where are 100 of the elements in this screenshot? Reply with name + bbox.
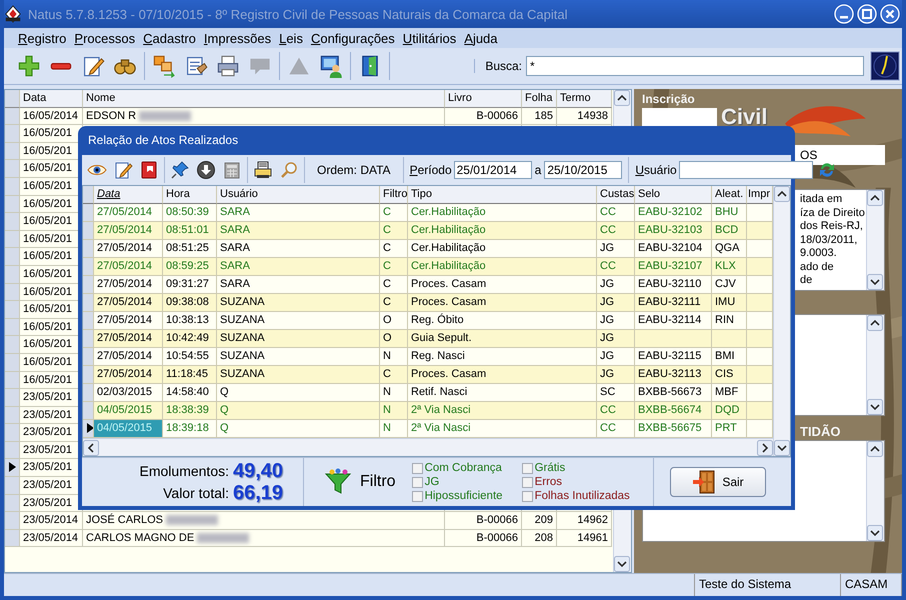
checkbox[interactable] [412, 462, 423, 474]
table-row[interactable]: 04/05/2015 18:39:18 Q N 2ª Via Nasci CC BXBB-56675 PRT [83, 420, 773, 438]
field-label: Inscrição [642, 92, 696, 106]
checkbox[interactable] [522, 462, 533, 474]
column-header[interactable]: Data [20, 90, 83, 108]
menu-item[interactable]: Cadastro [139, 30, 200, 46]
scroll-right-button[interactable] [757, 440, 773, 456]
row-selector[interactable] [83, 420, 94, 438]
text-line: 9.0003. [800, 247, 838, 260]
maximize-button[interactable] [857, 4, 877, 24]
checkbox-label[interactable]: Erros [534, 476, 562, 488]
checkbox-label[interactable]: Folhas Inutilizadas [534, 490, 630, 502]
vertical-scrollbar[interactable] [773, 186, 790, 456]
menu-item[interactable]: Processos [70, 30, 140, 46]
column-header[interactable]: Aleat. [712, 186, 747, 204]
column-header[interactable]: Hora [163, 186, 217, 204]
menu-item[interactable]: Utilitários [398, 30, 460, 46]
column-header[interactable]: Livro [445, 90, 522, 108]
column-header[interactable]: Custas [597, 186, 635, 204]
scroll-up-button[interactable] [774, 186, 790, 202]
table-row[interactable]: 27/05/2014 08:51:01 SARA C Cer.Habilitação CC EABU-32103 BCD [83, 222, 773, 240]
column-header[interactable]: Usuário [217, 186, 380, 204]
table-cell: 16/05/2014 [20, 108, 83, 126]
scroll-down-button[interactable] [867, 525, 883, 541]
column-header[interactable]: Tipo [408, 186, 597, 204]
table-row[interactable]: 27/05/2014 08:59:25 SARA C Cer.Habilitação CC EABU-32107 KLX [83, 258, 773, 276]
table-cell: 209 [522, 512, 557, 530]
column-header[interactable]: Termo [557, 90, 612, 108]
column-header[interactable]: Selo [635, 186, 712, 204]
table-row[interactable]: 27/05/2014 08:50:39 SARA C Cer.Habilitação CC EABU-32102 BHU [83, 204, 773, 222]
vertical-scrollbar[interactable] [866, 315, 884, 415]
user-field[interactable] [678, 160, 813, 179]
table-row[interactable]: 27/05/2014 09:31:27 SARA C Proces. Casam JG EABU-32110 CJV [83, 276, 773, 294]
table-cell: JOSÉ CARLOS [83, 512, 445, 530]
scroll-up-button[interactable] [867, 315, 883, 331]
table-row[interactable]: 27/05/2014 10:54:55 SUZANA N Reg. Nasci JG EABU-32115 BMI [83, 348, 773, 366]
text-line: dos Reis-RJ, [800, 220, 864, 234]
horizontal-scrollbar[interactable] [83, 438, 773, 456]
table-cell: 23/05/2014 [20, 512, 83, 530]
table-cell: 185 [522, 108, 557, 126]
funnel-icon [324, 468, 352, 496]
column-header[interactable]: Nome [83, 90, 445, 108]
date-field[interactable]: 25/01/2014 [454, 160, 532, 179]
field-label: Usuário [634, 162, 678, 177]
scroll-down-button[interactable] [867, 274, 883, 290]
table-row[interactable]: 02/03/2015 14:58:40 Q N Retif. Nasci SC BXBB-56673 MBF [83, 384, 773, 402]
vertical-scrollbar[interactable] [866, 190, 884, 290]
checkbox[interactable] [522, 476, 533, 488]
vertical-scrollbar[interactable] [866, 441, 884, 541]
column-header[interactable]: Folha [522, 90, 557, 108]
text-line: íza de Direito [800, 206, 866, 220]
table-row[interactable]: 27/05/2014 09:38:08 SUZANA C Proces. Casam JG EABU-32111 IMU [83, 294, 773, 312]
menu-item[interactable]: Leis [275, 30, 307, 46]
close-button[interactable] [880, 4, 900, 24]
status-text: Teste do Sistema [695, 574, 841, 596]
clock-icon [870, 51, 902, 81]
scroll-down-button[interactable] [614, 556, 630, 572]
scroll-up-button[interactable] [867, 190, 883, 206]
table-row[interactable]: 27/05/2014 08:51:25 SARA C Cer.Habilitação JG EABU-32104 QGA [83, 240, 773, 258]
checkbox-label[interactable]: Com Cobrança [424, 462, 502, 474]
column-header[interactable]: Data [94, 186, 163, 204]
date-field[interactable]: 25/10/2015 [544, 160, 622, 179]
input-field[interactable] [642, 108, 717, 128]
panel-heading: Civil [721, 106, 768, 128]
table-row[interactable]: 27/05/2014 10:42:49 SUZANA O Guia Sepult. JG [83, 330, 773, 348]
menu-item[interactable]: Registro [14, 30, 70, 46]
checkbox[interactable] [412, 490, 423, 502]
text-line: ado de [800, 260, 835, 274]
table-cell: 14961 [557, 530, 612, 548]
scroll-up-button[interactable] [614, 90, 630, 106]
table-row[interactable]: 16/05/2014 EDSON R B-00066 185 14938 [5, 108, 613, 126]
checkbox-label[interactable]: JG [424, 476, 440, 488]
checkbox-label[interactable]: Hipossuficiente [424, 490, 503, 502]
menu-item[interactable]: Configurações [306, 30, 399, 46]
menu-item[interactable]: Impressões [200, 30, 276, 46]
order-label: Ordem: DATA [305, 156, 404, 183]
table-row[interactable]: 23/05/2014 JOSÉ CARLOS B-00066 209 14962 [5, 512, 613, 530]
table-row[interactable]: 27/05/2014 10:38:13 SUZANA O Reg. Óbito JG EABU-32114 RIN [83, 312, 773, 330]
menu-item[interactable]: Ajuda [460, 30, 502, 46]
scroll-left-button[interactable] [83, 440, 99, 456]
checkbox[interactable] [412, 476, 423, 488]
dialog-title: Relação de Atos Realizados [88, 133, 238, 148]
table-row[interactable]: 04/05/2015 18:38:39 Q N 2ª Via Nasci CC BXBB-56674 DQD [83, 402, 773, 420]
table-cell: 14938 [557, 108, 612, 126]
row-selector[interactable] [5, 459, 20, 478]
search-field[interactable]: * [526, 56, 864, 76]
checkbox[interactable] [522, 490, 533, 502]
table-cell: 23/05/2014 [20, 530, 83, 548]
scroll-down-button[interactable] [774, 440, 790, 456]
checkbox-label[interactable]: Grátis [534, 462, 566, 474]
scroll-down-button[interactable] [867, 399, 883, 415]
column-header[interactable]: Impr [747, 186, 773, 204]
table-row[interactable]: 27/05/2014 11:18:45 SUZANA C Proces. Casam JG EABU-32113 CIS [83, 366, 773, 384]
exit-button[interactable]: Sair [670, 467, 766, 497]
table-cell: B-00066 [445, 530, 522, 548]
minimize-button[interactable] [834, 4, 854, 24]
status-text: CASAM [841, 574, 902, 596]
column-header[interactable]: Filtro [380, 186, 408, 204]
table-row[interactable]: 23/05/2014 CARLOS MAGNO DE B-00066 208 14961 [5, 530, 613, 548]
scroll-up-button[interactable] [867, 441, 883, 457]
